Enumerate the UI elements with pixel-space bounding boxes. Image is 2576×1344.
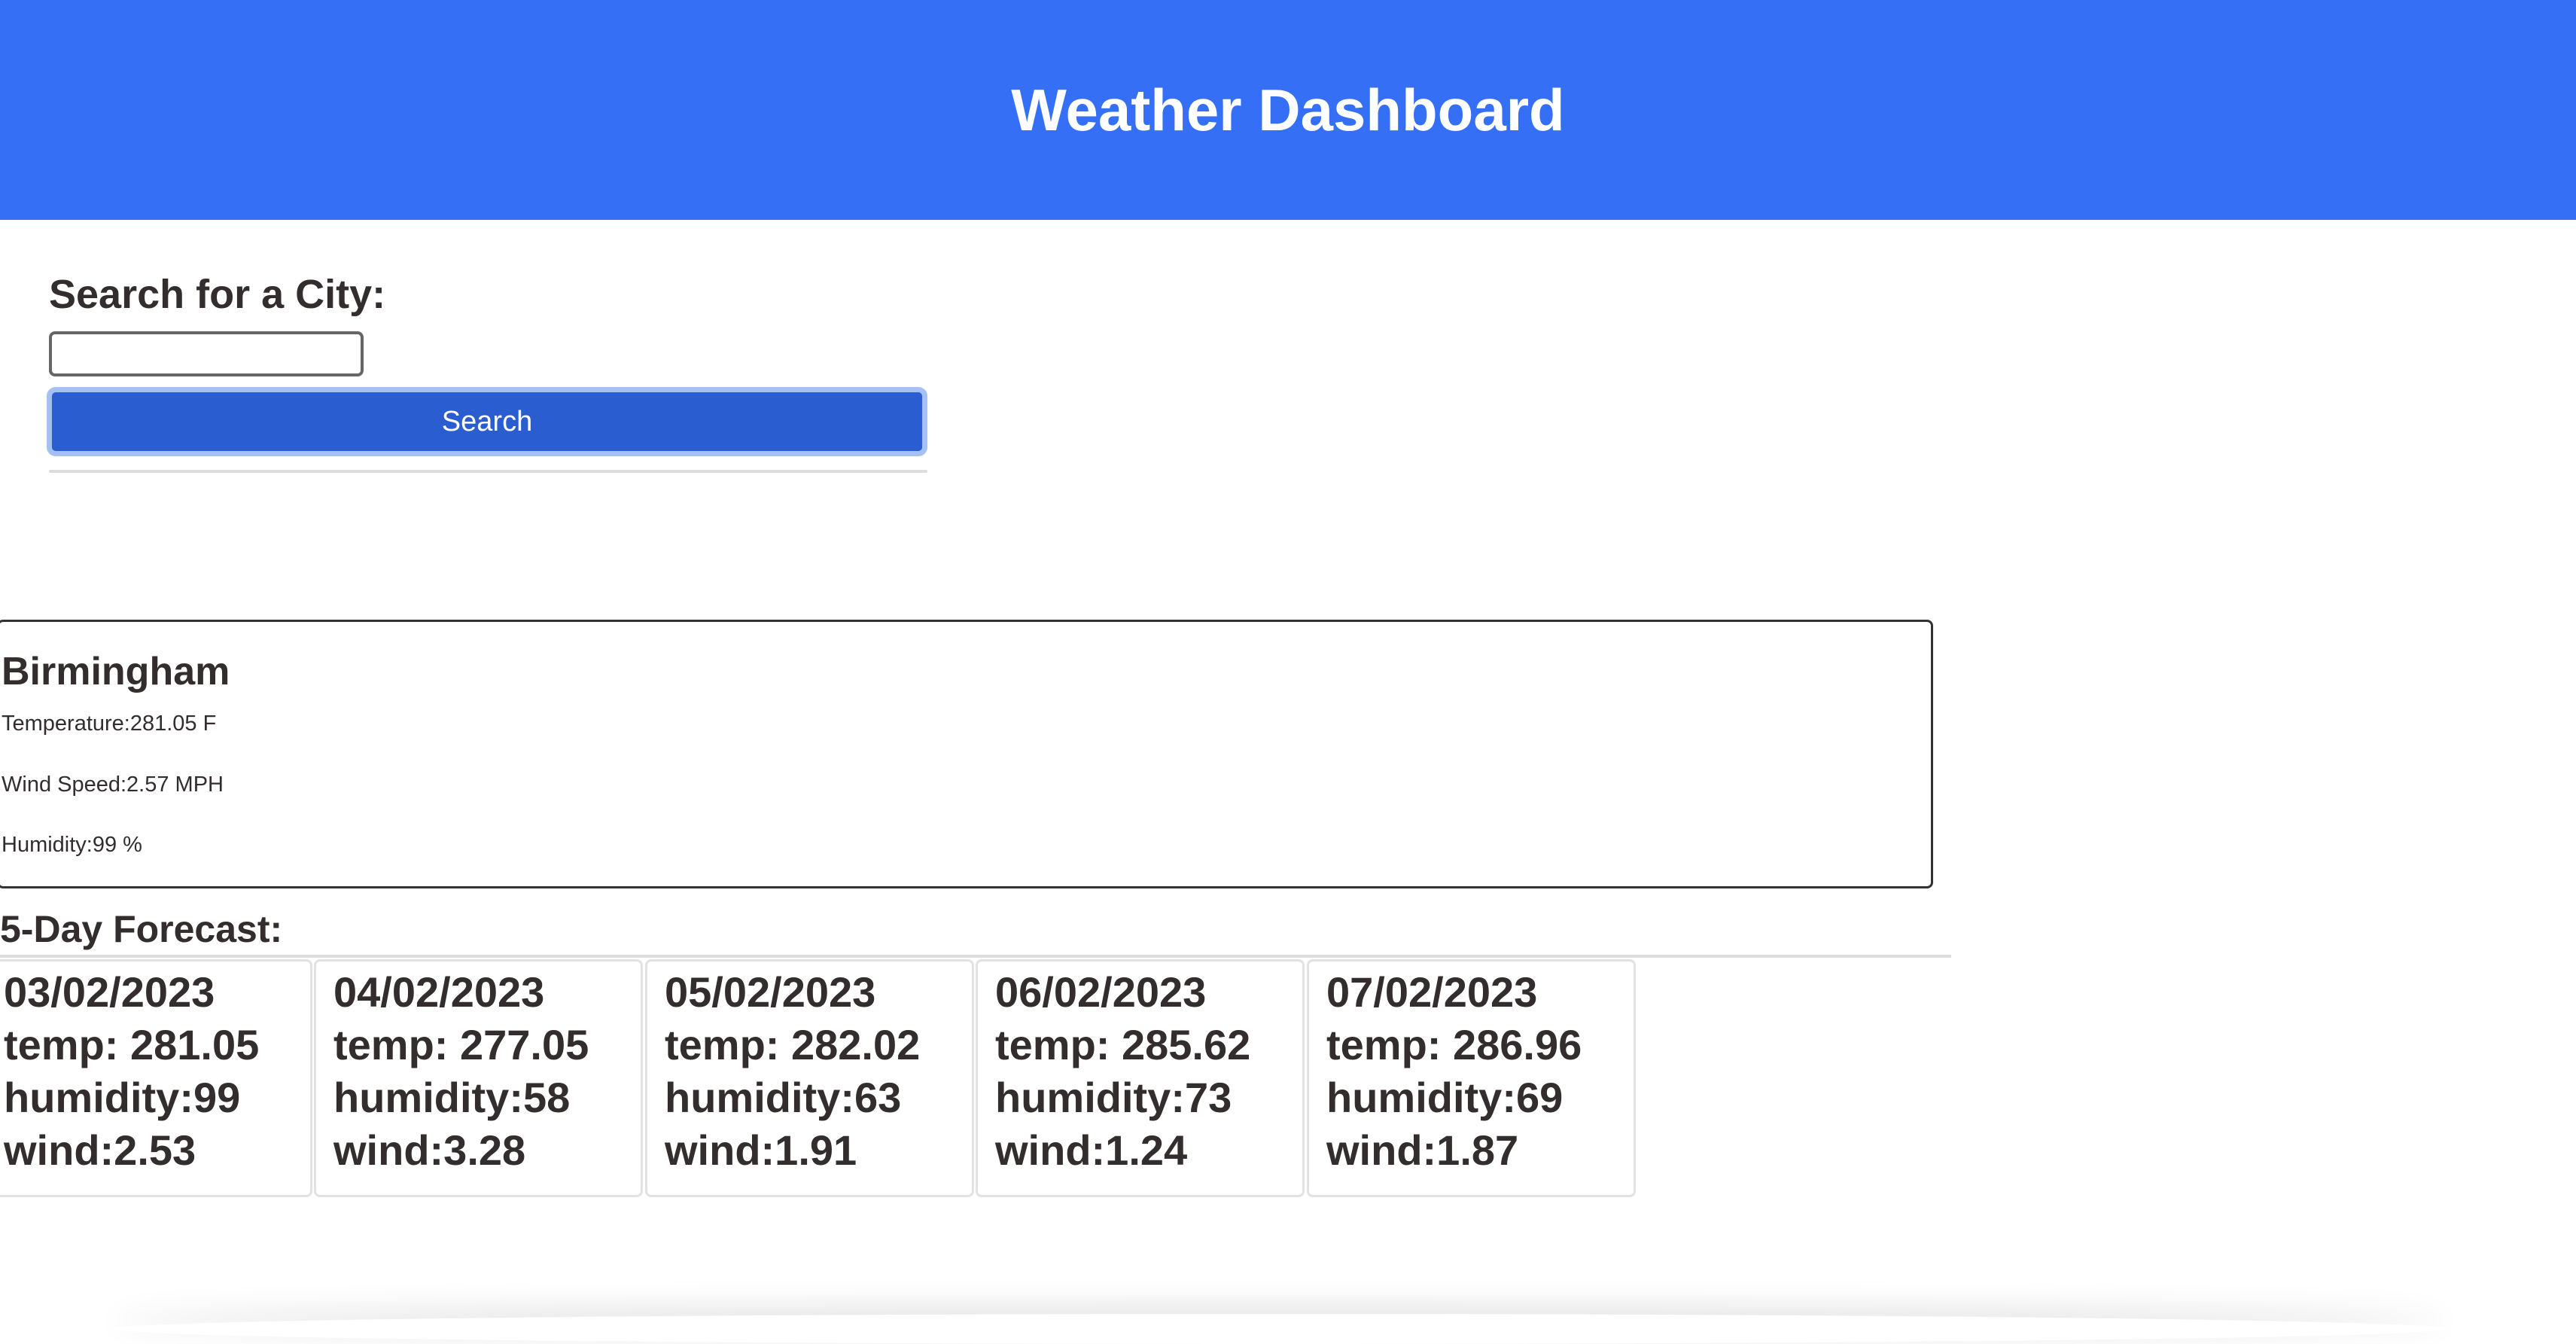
bottom-shadow <box>113 1314 2447 1344</box>
forecast-wind: wind:1.91 <box>665 1126 857 1174</box>
forecast-card: 04/02/2023 temp: 277.05 humidity:58 wind… <box>314 959 643 1197</box>
forecast-date: 03/02/2023 <box>4 968 215 1016</box>
forecast-humidity: humidity:69 <box>1326 1074 1564 1121</box>
current-weather-card <box>0 620 1933 888</box>
city-search-input[interactable] <box>49 331 364 376</box>
forecast-temp: temp: 282.02 <box>665 1021 921 1068</box>
forecast-wind: wind:1.24 <box>995 1126 1188 1174</box>
forecast-wind: wind:3.28 <box>333 1126 526 1174</box>
current-humidity: Humidity:99 % <box>2 833 142 857</box>
forecast-humidity: humidity:73 <box>995 1074 1232 1121</box>
forecast-card: 06/02/2023 temp: 285.62 humidity:73 wind… <box>976 959 1305 1197</box>
forecast-temp: temp: 277.05 <box>333 1021 589 1068</box>
current-wind-speed: Wind Speed:2.57 MPH <box>2 773 224 797</box>
forecast-card: 07/02/2023 temp: 286.96 humidity:69 wind… <box>1307 959 1636 1197</box>
forecast-wind: wind:1.87 <box>1326 1126 1519 1174</box>
forecast-humidity: humidity:63 <box>665 1074 902 1121</box>
page-title: Weather Dashboard <box>1011 76 1565 143</box>
search-label: Search for a City: <box>49 272 386 317</box>
forecast-temp: temp: 285.62 <box>995 1021 1251 1068</box>
forecast-wind: wind:2.53 <box>4 1126 196 1174</box>
forecast-card: 03/02/2023 temp: 281.05 humidity:99 wind… <box>0 959 312 1197</box>
forecast-date: 06/02/2023 <box>995 968 1207 1016</box>
divider <box>0 955 1951 958</box>
search-button[interactable]: Search <box>47 387 927 456</box>
page-header: Weather Dashboard <box>0 0 2576 220</box>
divider <box>49 470 927 473</box>
forecast-date: 07/02/2023 <box>1326 968 1538 1016</box>
forecast-humidity: humidity:58 <box>333 1074 571 1121</box>
forecast-temp: temp: 281.05 <box>4 1021 260 1068</box>
forecast-date: 04/02/2023 <box>333 968 545 1016</box>
current-temperature: Temperature:281.05 F <box>2 712 217 736</box>
forecast-date: 05/02/2023 <box>665 968 876 1016</box>
forecast-humidity: humidity:99 <box>4 1074 241 1121</box>
forecast-card: 05/02/2023 temp: 282.02 humidity:63 wind… <box>645 959 974 1197</box>
city-name: Birmingham <box>2 650 230 693</box>
forecast-temp: temp: 286.96 <box>1326 1021 1582 1068</box>
forecast-title: 5-Day Forecast: <box>0 908 283 950</box>
